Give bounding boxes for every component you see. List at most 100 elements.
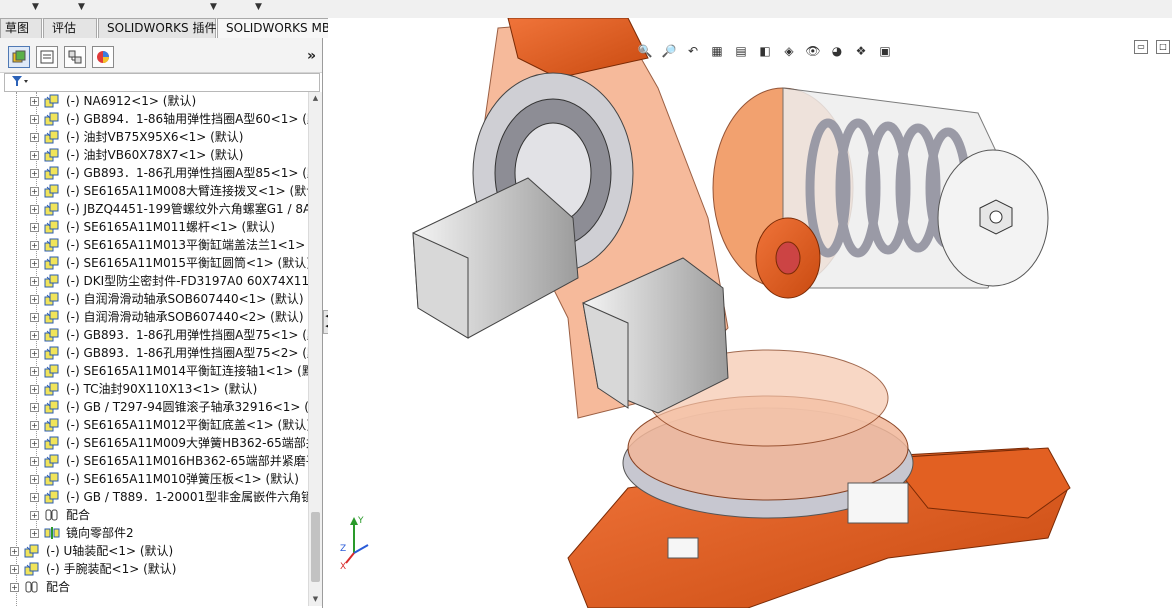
property-manager-icon — [40, 50, 54, 64]
tree-item-part[interactable]: + (-) SE6165A11M012平衡缸底盖<1> (默认) — [0, 416, 308, 434]
tree-item-part[interactable]: + (-) SE6165A11M009大弹簧HB362-65端部并 — [0, 434, 308, 452]
tree-item-mates[interactable]: + 配合 — [0, 506, 308, 524]
expand-toggle-icon[interactable]: + — [30, 187, 39, 196]
tile-window-icon[interactable]: ▭ — [1134, 40, 1148, 54]
robot-model-render — [412, 18, 1071, 608]
feature-tree-icon — [12, 50, 26, 63]
graphics-viewport[interactable]: 🔍 🔎 ↶ ▦ ▤ ◧ ◈ 👁 ◕ ❖ ▣ ▭ □ Y Z X — [328, 18, 1172, 608]
scroll-down-icon[interactable]: ▼ — [309, 593, 322, 606]
expand-toggle-icon[interactable]: + — [30, 313, 39, 322]
previous-view-icon[interactable]: ↶ — [684, 42, 702, 60]
feature-tree-tab[interactable] — [8, 46, 30, 68]
tree-item-part[interactable]: + (-) GB893．1-86孔用弹性挡圈A型75<1> (默 — [0, 326, 308, 344]
view-settings-icon[interactable]: ▣ — [876, 42, 894, 60]
expand-toggle-icon[interactable]: + — [30, 277, 39, 286]
part-icon — [44, 490, 59, 504]
scroll-up-icon[interactable]: ▲ — [309, 92, 322, 105]
section-view-icon[interactable]: ▦ — [708, 42, 726, 60]
mates-icon — [45, 509, 58, 521]
tab-sketch[interactable]: 草图 — [0, 18, 42, 38]
tree-item-part[interactable]: + (-) SE6165A11M013平衡缸端盖法兰1<1> (I — [0, 236, 308, 254]
tree-item-part[interactable]: + (-) 自润滑滑动轴承SOB607440<1> (默认) — [0, 290, 308, 308]
tree-item-label: (-) 油封VB60X78X7<1> (默认) — [66, 148, 244, 162]
view-orientation-icon[interactable]: ◧ — [756, 42, 774, 60]
scroll-thumb[interactable] — [311, 512, 320, 582]
tree-item-part[interactable]: + (-) GB894．1-86轴用弹性挡圈A型60<1> (默 — [0, 110, 308, 128]
filter-icon[interactable] — [11, 74, 29, 91]
expand-toggle-icon[interactable]: + — [10, 583, 19, 592]
expand-toggle-icon[interactable]: + — [30, 439, 39, 448]
tree-item-label: 配合 — [46, 580, 71, 594]
expand-toggle-icon[interactable]: + — [30, 295, 39, 304]
dynamic-annotation-icon[interactable]: ▤ — [732, 42, 750, 60]
expand-toggle-icon[interactable]: + — [30, 349, 39, 358]
property-manager-tab[interactable] — [36, 46, 58, 68]
tree-item-part[interactable]: + (-) SE6165A11M016HB362-65端部并紧磨平 — [0, 452, 308, 470]
zoom-to-area-icon[interactable]: 🔎 — [660, 42, 678, 60]
expand-toggle-icon[interactable]: + — [30, 385, 39, 394]
tree-scrollbar[interactable]: ▲ ▼ — [308, 92, 322, 606]
appearance-icon — [97, 51, 109, 63]
tree-item-part[interactable]: + (-) SE6165A11M014平衡缸连接轴1<1> (默认 — [0, 362, 308, 380]
expand-toggle-icon[interactable]: + — [30, 223, 39, 232]
expand-toggle-icon[interactable]: + — [30, 493, 39, 502]
tree-item-part[interactable]: + (-) SE6165A11M015平衡缸圆筒<1> (默认) — [0, 254, 308, 272]
zoom-to-fit-icon[interactable]: 🔍 — [636, 42, 654, 60]
tree-item-part[interactable]: + (-) GB893．1-86孔用弹性挡圈A型85<1> (默 — [0, 164, 308, 182]
expand-toggle-icon[interactable]: + — [30, 133, 39, 142]
tree-item-part[interactable]: + (-) NA6912<1> (默认) — [0, 92, 308, 110]
tree-item-part[interactable]: + (-) SE6165A11M011螺杆<1> (默认) — [0, 218, 308, 236]
edit-appearance-icon[interactable]: ◕ — [828, 42, 846, 60]
expand-toggle-icon[interactable]: + — [30, 403, 39, 412]
display-manager-tab[interactable] — [92, 46, 114, 68]
configuration-manager-icon — [68, 50, 82, 64]
tree-item-subassembly[interactable]: + (-) 手腕装配<1> (默认) — [0, 560, 308, 578]
display-style-icon[interactable]: ◈ — [780, 42, 798, 60]
expand-toggle-icon[interactable]: + — [30, 205, 39, 214]
tree-item-subassembly[interactable]: + (-) U轴装配<1> (默认) — [0, 542, 308, 560]
dropdown-arrow-icon[interactable]: ▼ — [32, 2, 39, 12]
tree-item-part[interactable]: + (-) GB / T889．1-20001型非金属嵌件六角锁 — [0, 488, 308, 506]
collapse-panel-button[interactable]: » — [307, 48, 316, 64]
maximize-window-icon[interactable]: □ — [1156, 40, 1170, 54]
tree-filter-bar[interactable] — [4, 73, 320, 92]
expand-toggle-icon[interactable]: + — [30, 241, 39, 250]
expand-toggle-icon[interactable]: + — [30, 511, 39, 520]
expand-toggle-icon[interactable]: + — [30, 151, 39, 160]
tree-item-part[interactable]: + (-) 油封VB75X95X6<1> (默认) — [0, 128, 308, 146]
tab-solidworks-addins[interactable]: SOLIDWORKS 插件 — [98, 18, 216, 38]
part-icon — [44, 256, 59, 270]
tree-item-mirror[interactable]: + 镜向零部件2 — [0, 524, 308, 542]
dropdown-arrow-icon[interactable]: ▼ — [78, 2, 85, 12]
expand-toggle-icon[interactable]: + — [30, 331, 39, 340]
apply-scene-icon[interactable]: ❖ — [852, 42, 870, 60]
expand-toggle-icon[interactable]: + — [10, 565, 19, 574]
tree-item-part[interactable]: + (-) SE6165A11M010弹簧压板<1> (默认) — [0, 470, 308, 488]
tree-item-part[interactable]: + (-) TC油封90X110X13<1> (默认) — [0, 380, 308, 398]
expand-toggle-icon[interactable]: + — [30, 529, 39, 538]
tree-item-part[interactable]: + (-) SE6165A11M008大臂连接拨叉<1> (默认 — [0, 182, 308, 200]
tree-item-part[interactable]: + (-) JBZQ4451-199管螺纹外六角螺塞G1 / 8A — [0, 200, 308, 218]
hide-show-items-icon[interactable]: 👁 — [804, 42, 822, 60]
tree-item-part[interactable]: + (-) 自润滑滑动轴承SOB607440<2> (默认) — [0, 308, 308, 326]
tree-item-part[interactable]: + (-) GB893．1-86孔用弹性挡圈A型75<2> (默 — [0, 344, 308, 362]
tree-item-part[interactable]: + (-) DKI型防尘密封件-FD3197A0 60X74X11 — [0, 272, 308, 290]
expand-toggle-icon[interactable]: + — [30, 169, 39, 178]
expand-toggle-icon[interactable]: + — [30, 421, 39, 430]
expand-toggle-icon[interactable]: + — [30, 475, 39, 484]
expand-toggle-icon[interactable]: + — [30, 457, 39, 466]
tab-evaluate[interactable]: 评估 — [43, 18, 97, 38]
expand-toggle-icon[interactable]: + — [30, 367, 39, 376]
dropdown-arrow-icon[interactable]: ▼ — [210, 2, 217, 12]
dropdown-arrow-icon[interactable]: ▼ — [255, 2, 262, 12]
tree-item-root-mates[interactable]: + 配合 — [0, 578, 308, 596]
configuration-manager-tab[interactable] — [64, 46, 86, 68]
expand-toggle-icon[interactable]: + — [30, 115, 39, 124]
expand-toggle-icon[interactable]: + — [10, 547, 19, 556]
tree-item-label: (-) SE6165A11M011螺杆<1> (默认) — [66, 220, 275, 234]
tree-item-part[interactable]: + (-) 油封VB60X78X7<1> (默认) — [0, 146, 308, 164]
expand-toggle-icon[interactable]: + — [30, 97, 39, 106]
tab-solidworks-mbd[interactable]: SOLIDWORKS MBD — [217, 18, 339, 38]
tree-item-part[interactable]: + (-) GB / T297-94圆锥滚子轴承32916<1> (默 — [0, 398, 308, 416]
expand-toggle-icon[interactable]: + — [30, 259, 39, 268]
